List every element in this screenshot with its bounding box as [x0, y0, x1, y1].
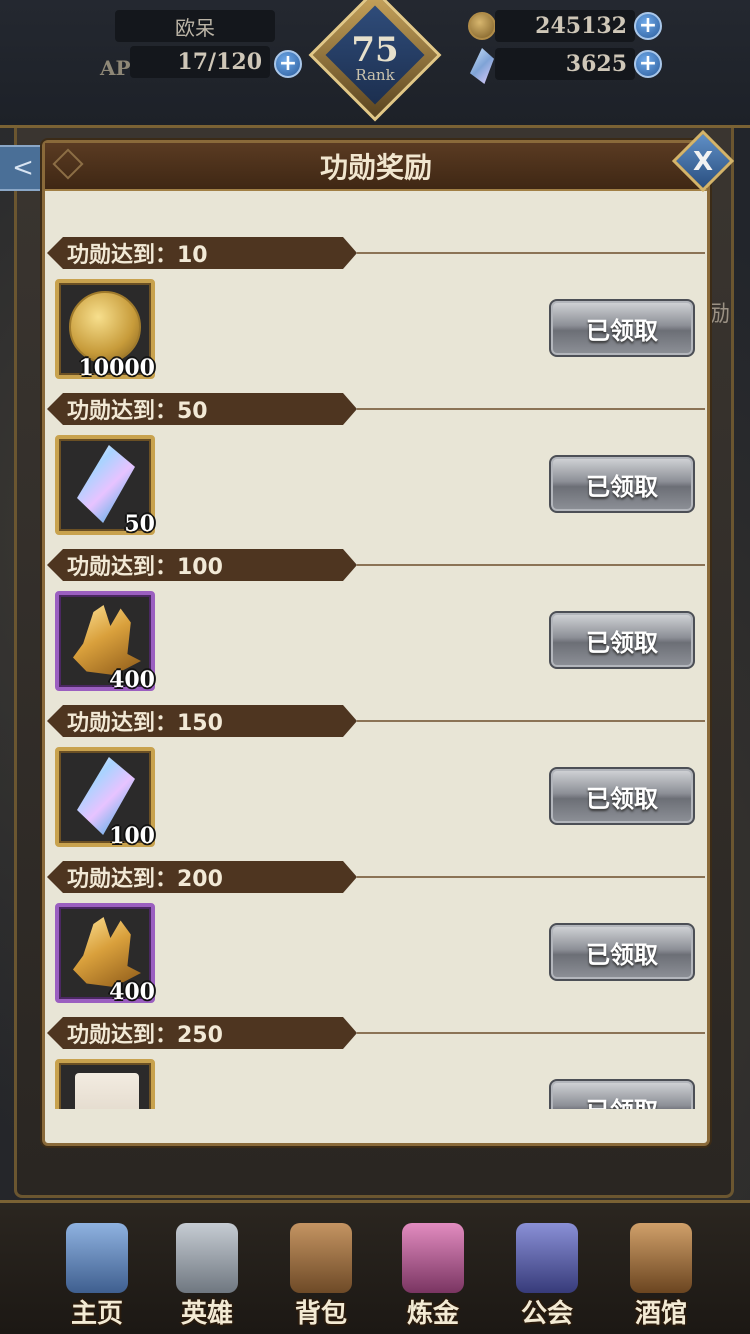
divider [357, 252, 705, 254]
side-tab-arrow-icon[interactable]: < [0, 145, 48, 191]
merit-reward-dialog: 功勋奖励 X 功勋达到：10 10000 已领取 功勋达到：50 50 已领取 [42, 129, 735, 1146]
reward-row: 功勋达到：50 50 已领取 [45, 347, 707, 537]
claimed-button[interactable]: 已领取 [549, 1079, 695, 1109]
reward-row: 功勋达到：150 100 已领取 [45, 659, 707, 849]
reward-row: 功勋达到：200 400 已领取 [45, 815, 707, 1005]
hero-helmet-icon [176, 1223, 238, 1293]
diamond-ornament-icon [52, 148, 84, 180]
bottom-nav: 主页 英雄 背包 炼金 公会 酒馆 [0, 1200, 750, 1334]
divider [357, 408, 705, 410]
dialog-header: 功勋奖励 [45, 143, 707, 191]
close-icon[interactable]: X [681, 140, 725, 184]
nav-item-heroes[interactable]: 英雄 [152, 1217, 262, 1333]
threshold-banner: 功勋达到：10 [47, 237, 357, 269]
threshold-banner: 功勋达到：100 [47, 549, 357, 581]
castle-icon [66, 1223, 128, 1293]
nav-item-guild[interactable]: 公会 [492, 1217, 602, 1333]
divider [357, 564, 705, 566]
gold-coin-icon [468, 12, 496, 40]
reward-row: 功勋达到：100 400 已领取 [45, 503, 707, 693]
nav-item-alchemy[interactable]: 炼金 [378, 1217, 488, 1333]
reward-row: 功勋达到：250 已领取 [45, 971, 707, 1109]
top-hud: 欧呆 AP 17/120 + 75 Rank 245132 + 3625 + [0, 0, 750, 128]
tavern-barrel-icon [630, 1223, 692, 1293]
threshold-banner: 功勋达到：200 [47, 861, 357, 893]
gold-value: 245132 [495, 10, 635, 42]
nav-item-backpack[interactable]: 背包 [266, 1217, 376, 1333]
rank-label: Rank [355, 66, 395, 84]
rank-number: 75 [351, 30, 399, 70]
gem-value: 3625 [495, 48, 635, 80]
backpack-icon [290, 1223, 352, 1293]
gem-currency-icon [470, 48, 494, 84]
reward-list[interactable]: 功勋达到：10 10000 已领取 功勋达到：50 50 已领取 功勋达到：10… [45, 191, 707, 1109]
add-gold-button[interactable]: + [634, 12, 662, 40]
add-gem-button[interactable]: + [634, 50, 662, 78]
background-tab-label: 励 [708, 302, 731, 327]
nav-label: 背包 [294, 1299, 347, 1329]
divider [357, 720, 705, 722]
nav-label: 炼金 [406, 1299, 459, 1329]
potion-icon [402, 1223, 464, 1293]
reward-item-slot[interactable] [55, 1059, 155, 1109]
nav-label: 酒馆 [634, 1299, 687, 1329]
threshold-banner: 功勋达到：50 [47, 393, 357, 425]
nav-item-tavern[interactable]: 酒馆 [606, 1217, 716, 1333]
nav-label: 英雄 [180, 1299, 233, 1329]
ap-value: 17/120 [130, 46, 270, 78]
add-ap-button[interactable]: + [274, 50, 302, 78]
guild-shield-icon [516, 1223, 578, 1293]
threshold-banner: 功勋达到：150 [47, 705, 357, 737]
scroll-icon [75, 1073, 139, 1109]
reward-row: 功勋达到：10 10000 已领取 [45, 191, 707, 381]
nav-label: 主页 [70, 1299, 123, 1329]
divider [357, 1032, 705, 1034]
divider [357, 876, 705, 878]
nav-label: 公会 [520, 1299, 573, 1329]
dialog-title: 功勋奖励 [319, 151, 432, 184]
player-name: 欧呆 [115, 10, 275, 42]
nav-item-home[interactable]: 主页 [42, 1217, 152, 1333]
ap-label: AP [100, 56, 131, 80]
threshold-banner: 功勋达到：250 [47, 1017, 357, 1049]
